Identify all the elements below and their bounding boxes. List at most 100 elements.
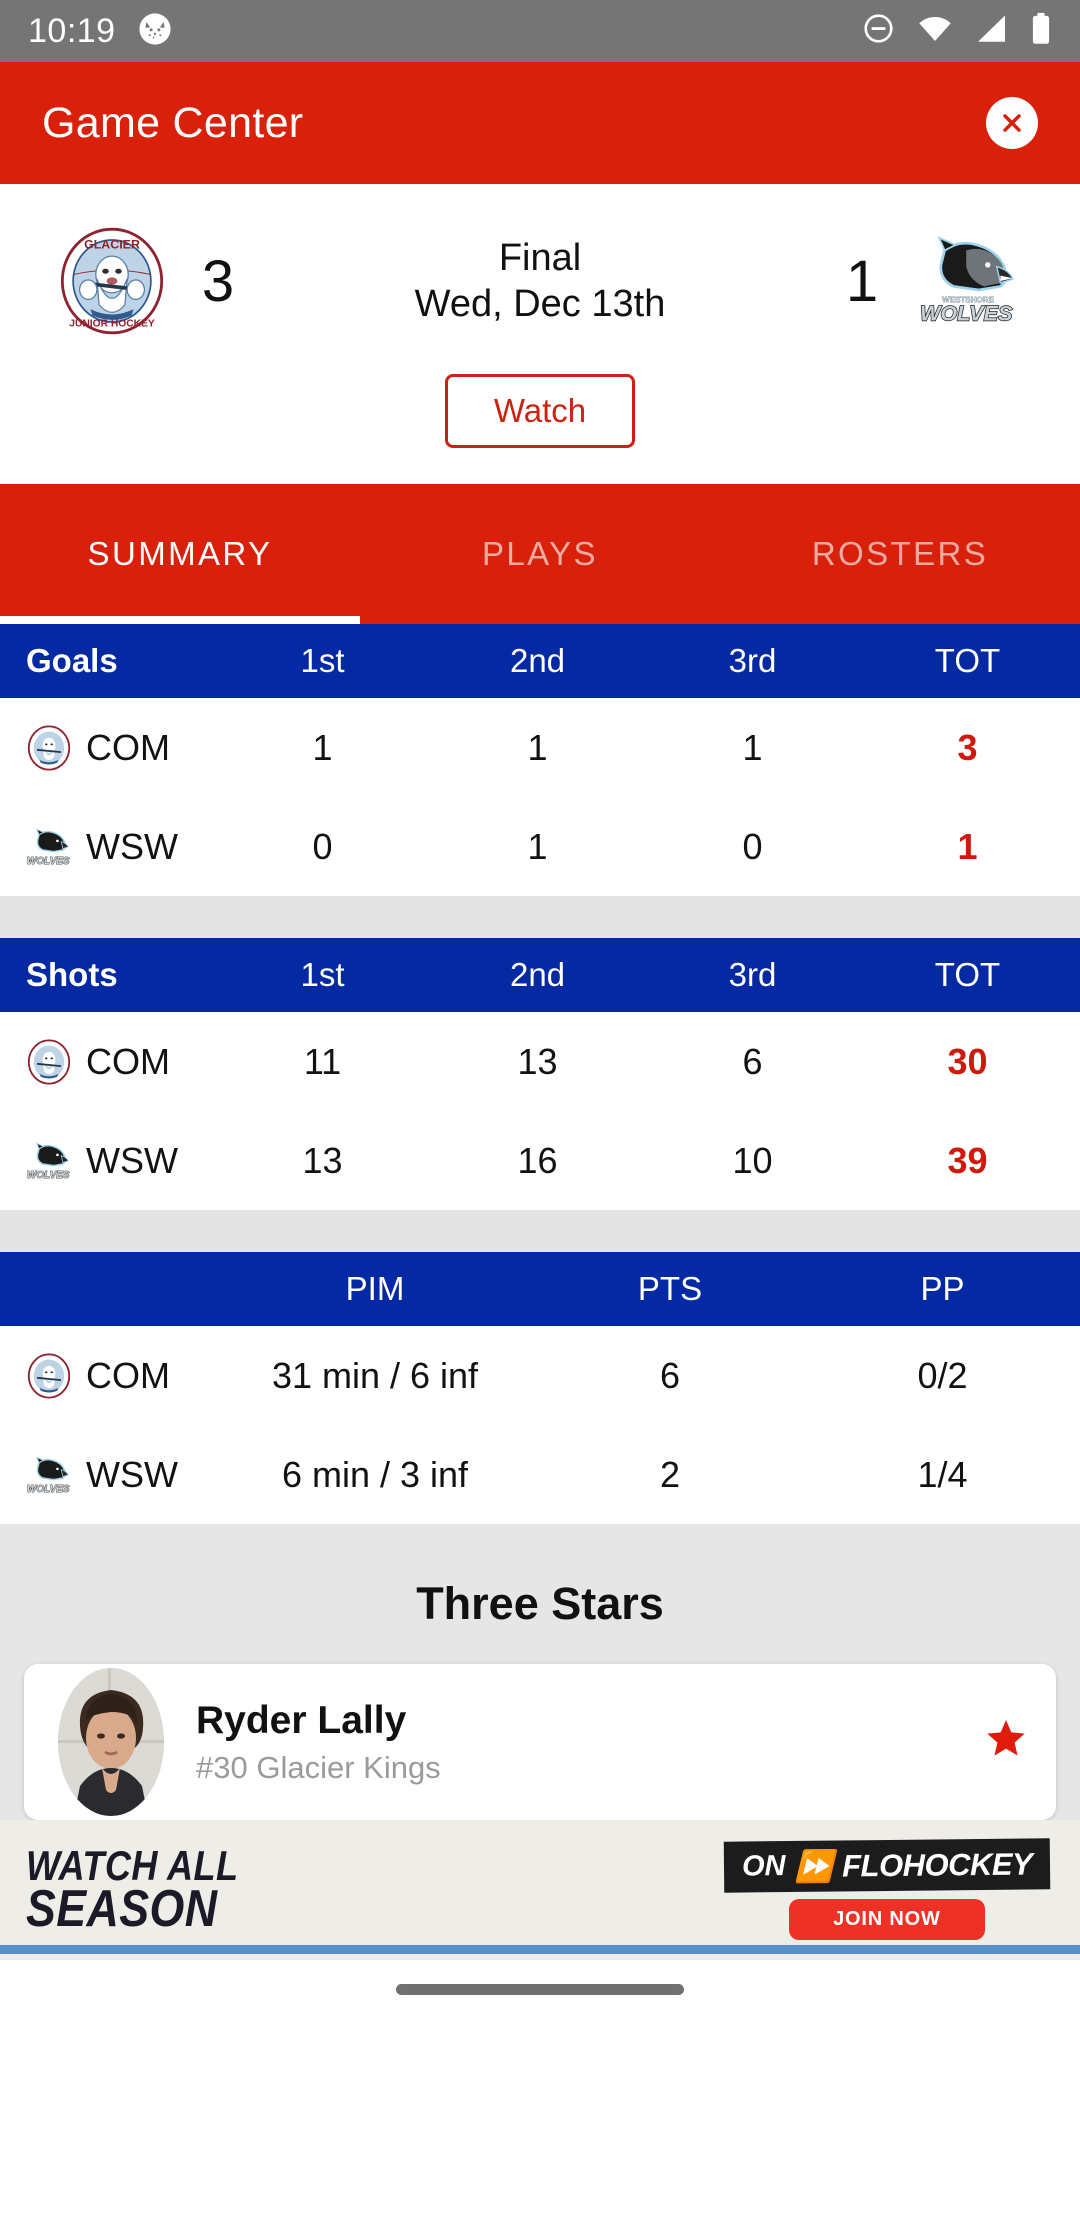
westshore-wolves-logo-icon: WOLVES: [27, 1141, 70, 1181]
avatar: [58, 1668, 164, 1816]
page-title: Game Center: [42, 98, 304, 147]
glacier-kings-logo-icon: [27, 724, 71, 771]
goals-home-total: 3: [957, 726, 978, 768]
goals-row-abbr-home: COM: [86, 726, 170, 768]
penalty-table: PIM PTS PP COM 31 min / 6 inf 6 0/2 WOLV…: [0, 1252, 1080, 1524]
goals-table: Goals 1st 2nd 3rd TOT COM 1 1 1 3 WOLVES…: [0, 624, 1080, 896]
penalty-row-team-home: COM: [0, 1352, 215, 1399]
status-bar-left: 10:19: [28, 12, 172, 51]
score-row: GLACIER JUNIOR HOCKEY 3 Final Wed, Dec 1…: [0, 206, 1080, 356]
scoreboard: GLACIER JUNIOR HOCKEY 3 Final Wed, Dec 1…: [0, 184, 1080, 484]
goals-row-team-away: WOLVES WSW: [0, 824, 215, 870]
penalty-table-header: PIM PTS PP: [0, 1252, 1080, 1326]
shots-home-2nd: 13: [517, 1040, 558, 1082]
away-team-logo: WESTSHORE WOLVES: [910, 236, 1026, 326]
home-gesture-pill[interactable]: [396, 1983, 684, 1995]
ad-line-2: SEASON: [26, 1880, 218, 1939]
battery-icon: [1030, 12, 1052, 50]
list-item[interactable]: Ryder Lally #30 Glacier Kings: [24, 1664, 1056, 1820]
flo-mark-icon: ⏩: [794, 1848, 834, 1884]
join-now-button[interactable]: JOIN NOW: [789, 1899, 985, 1940]
table-row: COM 31 min / 6 inf 6 0/2: [0, 1326, 1080, 1425]
ad-banner[interactable]: WATCH ALL SEASON ON ⏩ FLOHOCKEY JOIN NOW: [0, 1820, 1080, 1960]
penalty-away-pp: 1/4: [917, 1453, 968, 1495]
penalty-row-abbr-away: WSW: [86, 1453, 178, 1495]
tab-summary[interactable]: SUMMARY: [0, 484, 360, 624]
table-row: WOLVES WSW 0 1 0 1: [0, 797, 1080, 896]
close-icon: [1003, 114, 1021, 132]
wifi-icon: [917, 14, 953, 49]
player-detail: #30 Glacier Kings: [196, 1750, 441, 1786]
goals-header-2nd: 2nd: [509, 642, 566, 679]
shots-row-abbr-home: COM: [86, 1040, 170, 1082]
game-status: Final: [498, 236, 582, 279]
flohockey-logo: ON ⏩ FLOHOCKEY: [723, 1838, 1051, 1893]
shots-row-team-away: WOLVES WSW: [0, 1138, 215, 1184]
goals-header-title: Goals: [26, 642, 118, 679]
goals-table-body: COM 1 1 1 3 WOLVES WSW 0 1 0 1: [0, 698, 1080, 896]
player-name: Ryder Lally: [196, 1698, 407, 1742]
watch-button[interactable]: Watch: [444, 374, 636, 448]
goals-header-3rd: 3rd: [728, 642, 777, 679]
do-not-disturb-icon: [862, 12, 895, 50]
status-bar: 10:19: [0, 0, 1080, 62]
close-button[interactable]: [986, 97, 1038, 149]
status-clock: 10:19: [28, 11, 116, 50]
svg-text:WOLVES: WOLVES: [27, 855, 70, 866]
shots-row-team-home: COM: [0, 1038, 215, 1085]
three-stars-title: Three Stars: [416, 1578, 664, 1629]
goals-table-header: Goals 1st 2nd 3rd TOT: [0, 624, 1080, 698]
shots-header-3rd: 3rd: [728, 956, 777, 993]
penalty-away-pts: 2: [659, 1453, 681, 1495]
table-row: COM 11 13 6 30: [0, 1012, 1080, 1111]
shots-home-3rd: 6: [742, 1040, 763, 1082]
penalty-row-abbr-home: COM: [86, 1354, 170, 1396]
tab-rosters[interactable]: ROSTERS: [720, 484, 1080, 624]
penalty-header-pp: PP: [920, 1270, 965, 1307]
shots-row-abbr-away: WSW: [86, 1139, 178, 1181]
svg-text:WOLVES: WOLVES: [27, 1169, 70, 1180]
penalty-table-body: COM 31 min / 6 inf 6 0/2 WOLVES WSW 6 mi…: [0, 1326, 1080, 1524]
glacier-kings-logo-icon: [27, 1352, 71, 1399]
goals-home-2nd: 1: [527, 726, 548, 768]
shots-table-header: Shots 1st 2nd 3rd TOT: [0, 938, 1080, 1012]
section-divider: [0, 1210, 1080, 1252]
cat-face-icon: [138, 12, 172, 51]
app-bar: Game Center: [0, 62, 1080, 184]
svg-text:WOLVES: WOLVES: [920, 301, 1013, 326]
tab-bar: SUMMARY PLAYS ROSTERS: [0, 484, 1080, 624]
goals-away-2nd: 1: [527, 825, 548, 867]
goals-home-1st: 1: [312, 726, 333, 768]
game-status-block: Final Wed, Dec 13th: [266, 235, 814, 328]
penalty-away-pim: 6 min / 3 inf: [281, 1453, 469, 1495]
shots-header-title: Shots: [26, 956, 118, 993]
svg-text:GLACIER: GLACIER: [84, 238, 140, 252]
shots-away-1st: 13: [302, 1139, 343, 1181]
away-team-score: 1: [845, 248, 879, 314]
ad-brand-block: ON ⏩ FLOHOCKEY JOIN NOW: [723, 1838, 1051, 1940]
goals-away-total: 1: [957, 825, 978, 867]
three-stars-section: Three Stars Ryder Lally #30 Glacier King…: [0, 1524, 1080, 1820]
glacier-kings-logo-icon: [27, 1038, 71, 1085]
section-divider: [0, 896, 1080, 938]
ad-ice-stripe: [0, 1945, 1080, 1954]
goals-row-team-home: COM: [0, 724, 215, 771]
game-date: Wed, Dec 13th: [414, 283, 666, 325]
goals-header-tot: TOT: [934, 642, 1001, 679]
penalty-header-pim: PIM: [345, 1270, 405, 1307]
penalty-row-team-away: WOLVES WSW: [0, 1452, 215, 1498]
penalty-header-pts: PTS: [637, 1270, 703, 1307]
player-info: Ryder Lally #30 Glacier Kings: [196, 1698, 441, 1787]
goals-home-3rd: 1: [742, 726, 763, 768]
shots-away-2nd: 16: [517, 1139, 558, 1181]
tab-plays[interactable]: PLAYS: [360, 484, 720, 624]
shots-home-total: 30: [947, 1040, 988, 1082]
system-nav-bar: [0, 1960, 1080, 2018]
table-row: WOLVES WSW 6 min / 3 inf 2 1/4: [0, 1425, 1080, 1524]
svg-text:WOLVES: WOLVES: [27, 1483, 70, 1494]
shots-table-body: COM 11 13 6 30 WOLVES WSW 13 16 10 39: [0, 1012, 1080, 1210]
home-team-score: 3: [201, 248, 235, 314]
goals-row-abbr-away: WSW: [86, 825, 178, 867]
shots-header-tot: TOT: [934, 956, 1001, 993]
ad-brand-name: FLOHOCKEY: [841, 1845, 1033, 1883]
